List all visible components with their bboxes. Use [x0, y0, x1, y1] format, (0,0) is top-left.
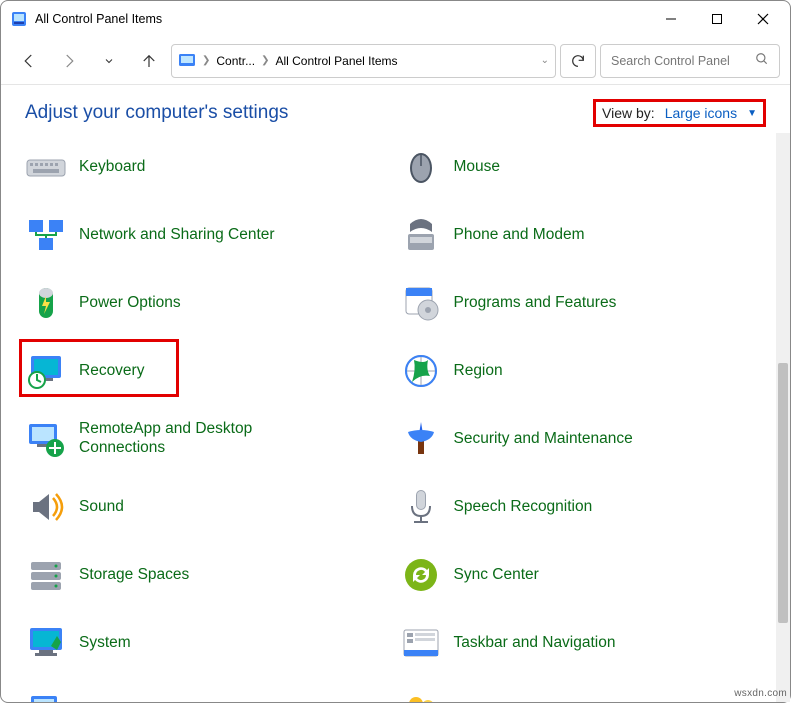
breadcrumb-part-2[interactable]: All Control Panel Items [275, 54, 397, 68]
item-label: Network and Sharing Center [79, 226, 275, 245]
region-icon [400, 350, 442, 392]
header-row: Adjust your computer's settings View by:… [1, 85, 790, 133]
scrollbar[interactable] [776, 133, 790, 702]
window-title: All Control Panel Items [35, 12, 162, 26]
security-icon [400, 418, 442, 460]
item-keyboard[interactable]: Keyboard [25, 145, 392, 189]
item-label: Recovery [79, 362, 144, 381]
taskbar-icon [400, 622, 442, 664]
item-label: System [79, 634, 131, 653]
item-region[interactable]: Region [400, 349, 767, 393]
phone-icon [400, 214, 442, 256]
chevron-right-icon: ❯ [202, 55, 210, 66]
item-mouse[interactable]: Mouse [400, 145, 767, 189]
scroll-thumb[interactable] [778, 363, 788, 623]
item-label: Power Options [79, 294, 181, 313]
item-phone[interactable]: Phone and Modem [400, 213, 767, 257]
items-grid: Keyboard Mouse Network and Sharing Cente… [1, 133, 776, 702]
item-label: Security and Maintenance [454, 430, 633, 449]
remoteapp-icon [25, 418, 67, 460]
search-placeholder: Search Control Panel [611, 54, 749, 68]
item-label: Mouse [454, 158, 501, 177]
breadcrumb[interactable]: ❯ Contr... ❯ All Control Panel Items ⌄ [171, 44, 556, 78]
keyboard-icon [25, 146, 67, 188]
minimize-button[interactable] [648, 3, 694, 35]
recovery-icon [25, 350, 67, 392]
chevron-right-icon: ❯ [261, 55, 269, 66]
item-remoteapp[interactable]: RemoteApp and Desktop Connections [25, 417, 392, 461]
titlebar: All Control Panel Items [1, 1, 790, 37]
troubleshooting-icon [25, 690, 67, 702]
sound-icon [25, 486, 67, 528]
chevron-down-icon: ▼ [747, 108, 757, 119]
watermark: wsxdn.com [734, 688, 787, 699]
item-label: Phone and Modem [454, 226, 585, 245]
item-label: Storage Spaces [79, 566, 189, 585]
recent-button[interactable] [91, 43, 127, 79]
toolbar: ❯ Contr... ❯ All Control Panel Items ⌄ S… [1, 37, 790, 85]
item-label: RemoteApp and Desktop Connections [79, 420, 309, 457]
storage-icon [25, 554, 67, 596]
item-label: Keyboard [79, 158, 145, 177]
window: All Control Panel Items ❯ Contr... ❯ All… [0, 0, 791, 703]
view-by-value: Large icons [665, 105, 737, 121]
item-speech[interactable]: Speech Recognition [400, 485, 767, 529]
item-storage[interactable]: Storage Spaces [25, 553, 392, 597]
network-icon [25, 214, 67, 256]
search-input[interactable]: Search Control Panel [600, 44, 780, 78]
back-button[interactable] [11, 43, 47, 79]
system-icon [25, 622, 67, 664]
item-useraccounts[interactable]: User Accounts [400, 689, 767, 702]
maximize-button[interactable] [694, 3, 740, 35]
item-system[interactable]: System [25, 621, 392, 665]
power-icon [25, 282, 67, 324]
control-panel-icon [11, 11, 27, 27]
item-programs[interactable]: Programs and Features [400, 281, 767, 325]
content: Keyboard Mouse Network and Sharing Cente… [1, 133, 790, 702]
item-sound[interactable]: Sound [25, 485, 392, 529]
item-security[interactable]: Security and Maintenance [400, 417, 767, 461]
item-label: Taskbar and Navigation [454, 634, 616, 653]
breadcrumb-part-1[interactable]: Contr... [216, 54, 255, 68]
speech-icon [400, 486, 442, 528]
item-network[interactable]: Network and Sharing Center [25, 213, 392, 257]
view-by-dropdown[interactable]: View by: Large icons ▼ [593, 99, 766, 127]
item-label: Sound [79, 498, 124, 517]
programs-icon [400, 282, 442, 324]
item-taskbar[interactable]: Taskbar and Navigation [400, 621, 767, 665]
sync-icon [400, 554, 442, 596]
user-accounts-icon [400, 690, 442, 702]
breadcrumb-icon [178, 52, 196, 70]
item-label: Region [454, 362, 503, 381]
item-power[interactable]: Power Options [25, 281, 392, 325]
mouse-icon [400, 146, 442, 188]
up-button[interactable] [131, 43, 167, 79]
page-title: Adjust your computer's settings [25, 102, 593, 124]
item-troubleshooting[interactable]: Troubleshooting [25, 689, 392, 702]
item-label: Programs and Features [454, 294, 617, 313]
item-sync[interactable]: Sync Center [400, 553, 767, 597]
forward-button[interactable] [51, 43, 87, 79]
close-button[interactable] [740, 3, 786, 35]
item-recovery[interactable]: Recovery [25, 349, 392, 393]
item-label: Speech Recognition [454, 498, 593, 517]
chevron-down-icon[interactable]: ⌄ [541, 55, 549, 66]
view-by-label: View by: [602, 105, 655, 121]
search-icon [755, 52, 769, 69]
refresh-button[interactable] [560, 44, 596, 78]
item-label: Sync Center [454, 566, 539, 585]
